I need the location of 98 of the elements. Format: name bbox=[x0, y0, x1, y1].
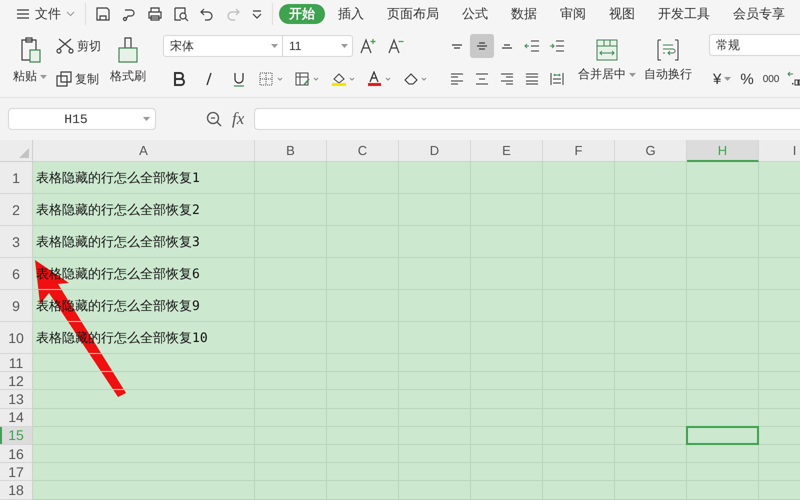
decimal-icon[interactable] bbox=[786, 70, 800, 88]
copy-icon bbox=[56, 71, 72, 87]
ribbon-tab[interactable]: 审阅 bbox=[550, 4, 596, 24]
row-header[interactable]: 12 bbox=[0, 372, 33, 390]
zoom-icon[interactable] bbox=[206, 111, 222, 127]
column-header[interactable]: D bbox=[399, 140, 471, 162]
menu-icon bbox=[16, 8, 30, 20]
row-header[interactable]: 9 bbox=[0, 290, 33, 322]
formula-input[interactable] bbox=[254, 108, 800, 130]
ribbon-tab[interactable]: 插入 bbox=[328, 4, 374, 24]
caret-icon bbox=[40, 74, 47, 78]
caret-icon bbox=[629, 72, 636, 76]
align-center-icon bbox=[474, 71, 490, 87]
thousands-button[interactable]: 000 bbox=[760, 67, 782, 91]
ribbon-tab[interactable]: 视图 bbox=[599, 4, 645, 24]
row-header[interactable]: 16 bbox=[0, 444, 33, 464]
row-header[interactable]: 6 bbox=[0, 258, 33, 290]
column-header[interactable]: B bbox=[255, 140, 327, 162]
align-bottom-icon bbox=[502, 44, 512, 48]
column-header[interactable]: E bbox=[471, 140, 543, 162]
decrease-indent-icon bbox=[524, 38, 540, 54]
row-header[interactable]: 14 bbox=[0, 408, 33, 427]
underline-icon bbox=[232, 71, 246, 87]
percent-button[interactable]: % bbox=[738, 67, 756, 91]
column-header[interactable]: G bbox=[615, 140, 687, 162]
ribbon-tab[interactable]: 开始 bbox=[279, 4, 325, 24]
caret-icon bbox=[143, 117, 150, 121]
row-header[interactable]: 11 bbox=[0, 354, 33, 372]
caret-icon bbox=[271, 44, 278, 48]
dropdown-icon[interactable] bbox=[251, 9, 263, 19]
increase-indent-icon bbox=[549, 38, 565, 54]
cell-style-icon bbox=[295, 71, 321, 87]
font-size-field[interactable]: 11 bbox=[282, 35, 353, 57]
row-header[interactable]: 10 bbox=[0, 322, 33, 354]
caret-icon bbox=[341, 44, 348, 48]
wrap-text-icon bbox=[656, 38, 680, 62]
table-cell bbox=[471, 162, 543, 194]
clear-icon bbox=[403, 71, 429, 87]
fill-color-icon bbox=[331, 71, 357, 87]
row-header[interactable]: 17 bbox=[0, 463, 33, 482]
font-name-field[interactable]: 宋体 bbox=[163, 35, 283, 57]
bold-icon bbox=[172, 71, 186, 87]
shrink-font-icon bbox=[388, 38, 406, 54]
font-color-icon bbox=[367, 71, 393, 87]
ribbon-tab[interactable]: 页面布局 bbox=[377, 4, 449, 24]
save-icon[interactable] bbox=[95, 6, 111, 22]
print-preview-icon[interactable] bbox=[173, 6, 189, 22]
align-middle-icon bbox=[477, 42, 487, 50]
column-header[interactable]: C bbox=[327, 140, 399, 162]
caret-icon bbox=[724, 77, 732, 81]
ribbon-tab[interactable]: 会员专享 bbox=[723, 4, 795, 24]
grow-font-icon bbox=[360, 38, 378, 54]
ribbon-tab[interactable]: 公式 bbox=[452, 4, 498, 24]
row-header[interactable]: 2 bbox=[0, 194, 33, 226]
table-cell bbox=[687, 444, 759, 464]
table-cell bbox=[615, 162, 687, 194]
brush-icon bbox=[117, 36, 139, 64]
ribbon-tab[interactable]: 数据 bbox=[501, 4, 547, 24]
row-header[interactable]: 13 bbox=[0, 390, 33, 409]
table-cell bbox=[615, 408, 687, 427]
table-cell bbox=[615, 444, 687, 464]
format-painter-button[interactable]: 格式刷 bbox=[107, 36, 149, 85]
ribbon-tab[interactable]: 开发工具 bbox=[648, 4, 720, 24]
borders-icon bbox=[259, 72, 285, 86]
row-header[interactable]: 3 bbox=[0, 226, 33, 258]
align-left-icon bbox=[449, 71, 465, 87]
file-menu[interactable]: 文件 bbox=[12, 3, 79, 25]
column-header[interactable]: A bbox=[33, 140, 255, 162]
align-middle-button[interactable] bbox=[470, 34, 494, 58]
column-header[interactable]: I bbox=[759, 140, 800, 162]
copy-button[interactable]: 复制 bbox=[54, 67, 103, 91]
align-top-icon bbox=[452, 44, 462, 48]
number-format-field[interactable]: 常规 bbox=[709, 34, 800, 56]
scissors-icon bbox=[56, 38, 74, 54]
column-header[interactable]: F bbox=[543, 140, 615, 162]
distribute-icon bbox=[549, 71, 565, 87]
table-cell bbox=[687, 408, 759, 427]
merge-cells-icon bbox=[595, 38, 619, 62]
table-cell bbox=[543, 162, 615, 194]
chevron-icon bbox=[66, 11, 75, 17]
name-box[interactable]: H15 bbox=[8, 108, 156, 130]
merge-center-button[interactable]: 合并居中 bbox=[575, 38, 639, 83]
table-cell bbox=[255, 162, 327, 194]
justify-icon bbox=[524, 71, 540, 87]
undo-icon[interactable] bbox=[199, 6, 215, 22]
row-header[interactable]: 1 bbox=[0, 162, 33, 194]
print-icon[interactable] bbox=[147, 6, 163, 22]
table-cell bbox=[327, 162, 399, 194]
table-cell bbox=[687, 162, 759, 194]
currency-button[interactable]: ¥ bbox=[711, 67, 734, 91]
cut-button[interactable]: 剪切 bbox=[54, 34, 103, 58]
table-cell bbox=[399, 162, 471, 194]
row-header[interactable]: 18 bbox=[0, 481, 33, 500]
function-label[interactable]: fx bbox=[232, 109, 244, 129]
paste-button[interactable]: 粘贴 bbox=[10, 36, 50, 85]
wrap-text-button[interactable]: 自动换行 bbox=[641, 38, 695, 83]
italic-icon bbox=[204, 71, 214, 87]
align-right-icon bbox=[499, 71, 515, 87]
